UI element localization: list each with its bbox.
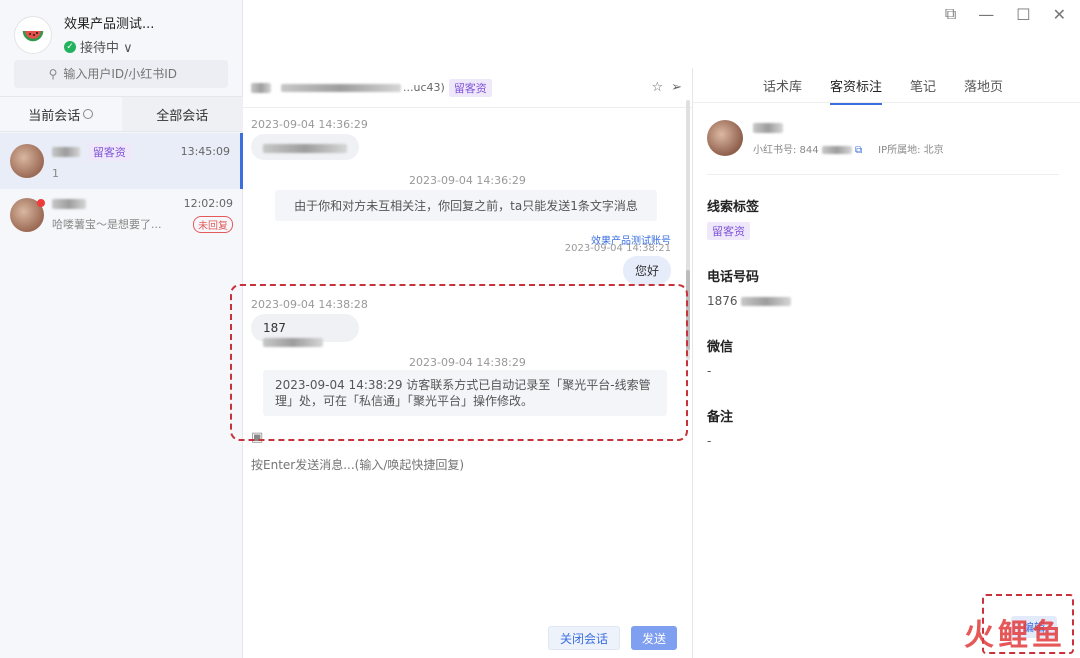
tab-landing-page[interactable]: 落地页 (964, 76, 1003, 105)
section-title: 线索标签 (707, 200, 760, 215)
message-time: 2023-09-04 14:36:29 (251, 118, 368, 131)
search-icon: ⚲ (48, 67, 58, 81)
tab-current-label: 当前会话 (28, 108, 81, 124)
copy-icon[interactable]: ⧉ (855, 145, 862, 156)
lead-tag: 留客资 (448, 78, 492, 97)
avatar (707, 120, 743, 156)
system-message: 由于你和对方未互相关注，你回复之前，ta只能发送1条文字消息 (275, 190, 657, 221)
tab-current[interactable]: 当前会话 (0, 97, 122, 131)
right-tabs: 话术库 客资标注 笔记 落地页 (763, 76, 1003, 105)
tab-lead-annotation[interactable]: 客资标注 (830, 76, 883, 105)
conversation-tabs: 当前会话 全部会话 (0, 96, 243, 132)
profile-id: 小红书号: 844 (753, 144, 819, 156)
blurred-text (741, 297, 792, 306)
blurred-id (281, 83, 401, 92)
search-box[interactable]: ⚲ (14, 60, 228, 88)
lead-panel: 话术库 客资标注 笔记 落地页 小红书号: 844 ⧉ IP所属地: 北京 线索… (693, 68, 1080, 658)
message-time: 2023-09-04 14:38:21 (564, 243, 671, 254)
watermelon-icon (14, 15, 52, 54)
blurred-name (52, 198, 86, 209)
divider (693, 102, 1080, 103)
maximize-icon[interactable]: ☐ (1016, 5, 1030, 24)
close-icon[interactable]: ✕ (1053, 5, 1066, 24)
section-title: 微信 (707, 340, 734, 355)
tab-notes[interactable]: 笔记 (910, 76, 936, 105)
watermark-logo: 火鲤鱼 (964, 618, 1066, 653)
tab-all[interactable]: 全部会话 (121, 97, 243, 131)
conversation-item[interactable]: 留客资 13:45:09 1 (0, 133, 243, 189)
chat-header: ...uc43) 留客资 ☆ ➢ (243, 68, 692, 108)
blurred-name (753, 123, 783, 133)
avatar (10, 144, 44, 178)
remark-value: - (707, 434, 712, 448)
tab-all-label: 全部会话 (156, 108, 209, 124)
status-dropdown[interactable]: ✓ 接待中 ∨ (64, 37, 154, 56)
unreplied-badge: 未回复 (193, 216, 233, 233)
conversation-preview: 哈喽薯宝～是想要了... (52, 218, 162, 231)
avatar (10, 198, 45, 232)
profile-ip: IP所属地: 北京 (878, 144, 944, 156)
user-profile: 小红书号: 844 ⧉ IP所属地: 北京 (707, 120, 944, 156)
phone-value: 1876 (707, 294, 738, 308)
unread-dot (37, 199, 45, 207)
window-controls: ⧉ — ☐ ✕ (945, 4, 1066, 24)
section-title: 备注 (707, 410, 734, 425)
conversation-item[interactable]: 12:02:09 哈喽薯宝～是想要了... 未回复 (0, 187, 243, 243)
account-name: 效果产品测试... (64, 17, 155, 32)
divider (707, 174, 1059, 175)
section-title: 电话号码 (707, 270, 760, 285)
message-bubble: 您好 (622, 256, 671, 285)
conversation-time: 12:02:09 (183, 197, 233, 210)
message-bubble (251, 134, 359, 160)
blurred-name (251, 82, 271, 93)
message-input[interactable] (251, 458, 671, 472)
user-id-suffix: ...uc43) (403, 81, 445, 94)
conversation-time: 13:45:09 (180, 145, 230, 158)
send-icon[interactable]: ➢ (671, 80, 682, 95)
minimize-icon[interactable]: — (978, 5, 994, 24)
conversation-sidebar: 效果产品测试... ✓ 接待中 ∨ ⚲ 当前会话 全部会话 留客资 (0, 0, 243, 658)
lead-tag: 留客资 (87, 142, 131, 161)
search-input[interactable] (63, 67, 194, 81)
circle-icon (83, 109, 94, 119)
blurred-name (52, 147, 80, 157)
highlight-box (230, 284, 688, 441)
send-button[interactable]: 发送 (631, 626, 677, 650)
pin-icon[interactable]: ⧉ (945, 4, 956, 24)
wechat-value: - (707, 364, 712, 378)
blurred-text (263, 144, 347, 153)
brand-header: 效果产品测试... ✓ 接待中 ∨ (14, 13, 154, 56)
tab-scripts[interactable]: 话术库 (763, 76, 802, 105)
star-icon[interactable]: ☆ (651, 80, 663, 95)
blurred-id (821, 145, 852, 154)
conversation-preview: 1 (52, 166, 59, 180)
lead-tag[interactable]: 留客资 (707, 222, 750, 240)
check-circle-icon: ✓ (64, 40, 76, 53)
close-conversation-button[interactable]: 关闭会话 (548, 626, 620, 650)
message-time: 2023-09-04 14:36:29 (409, 174, 526, 187)
status-label: 接待中 ∨ (80, 41, 133, 56)
